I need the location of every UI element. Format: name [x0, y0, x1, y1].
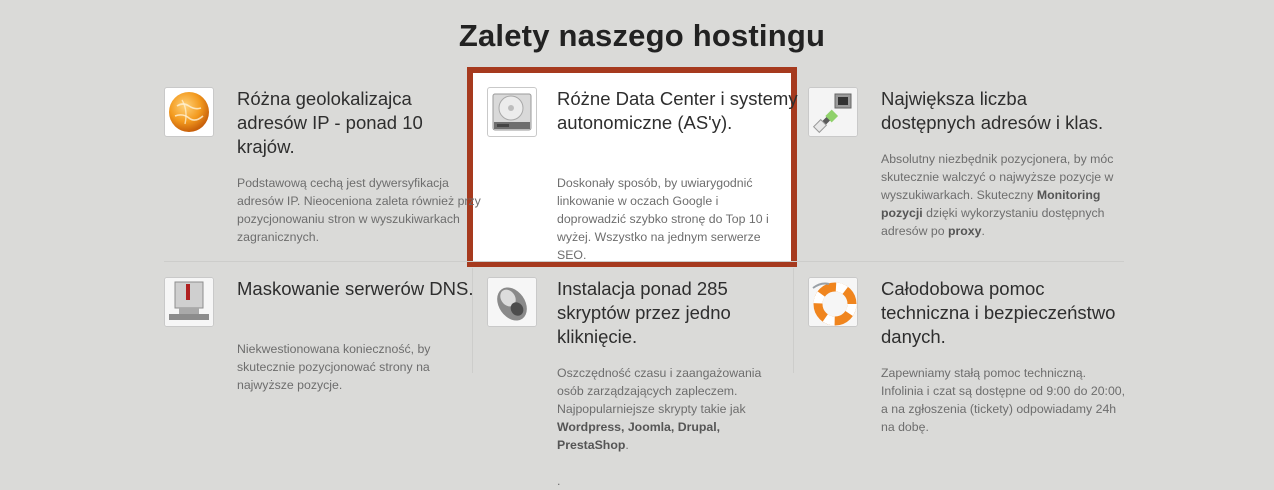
hard-drive-icon [487, 87, 537, 137]
server-icon [164, 277, 214, 327]
feature-description: Doskonały sposób, by uwiarygodnić linkow… [557, 176, 769, 262]
mouse-icon [487, 277, 537, 327]
feature-title: Instalacja ponad 285 skryptów przez jedn… [557, 278, 731, 347]
feature-description: Zapewniamy stałą pomoc techniczną. Infol… [881, 366, 1126, 434]
feature-title: Różna geolokalizajca adresów IP - ponad … [237, 88, 423, 157]
feature-title: Maskowanie serwerów DNS. [237, 278, 474, 299]
feature-description: Niekwestionowana konieczność, by skutecz… [237, 342, 431, 392]
feature-description: Oszczędność czasu i zaangażowania osób z… [557, 366, 762, 488]
feature-title: Największa liczba dostępnych adresów i k… [881, 88, 1104, 133]
feature-description: Podstawową cechą jest dywersyfikacja adr… [237, 176, 481, 244]
feature-title: Całodobowa pomoc techniczna i bezpieczeń… [881, 278, 1116, 347]
feature-description: Absolutny niezbędnik pozycjonera, by móc… [881, 152, 1114, 238]
lifebuoy-icon [808, 277, 858, 327]
network-cable-icon [808, 87, 858, 137]
globe-icon [164, 87, 214, 137]
page-title: Zalety naszego hostingu [458, 18, 826, 53]
feature-title: Różne Data Center i systemy autonomiczne… [557, 88, 798, 133]
